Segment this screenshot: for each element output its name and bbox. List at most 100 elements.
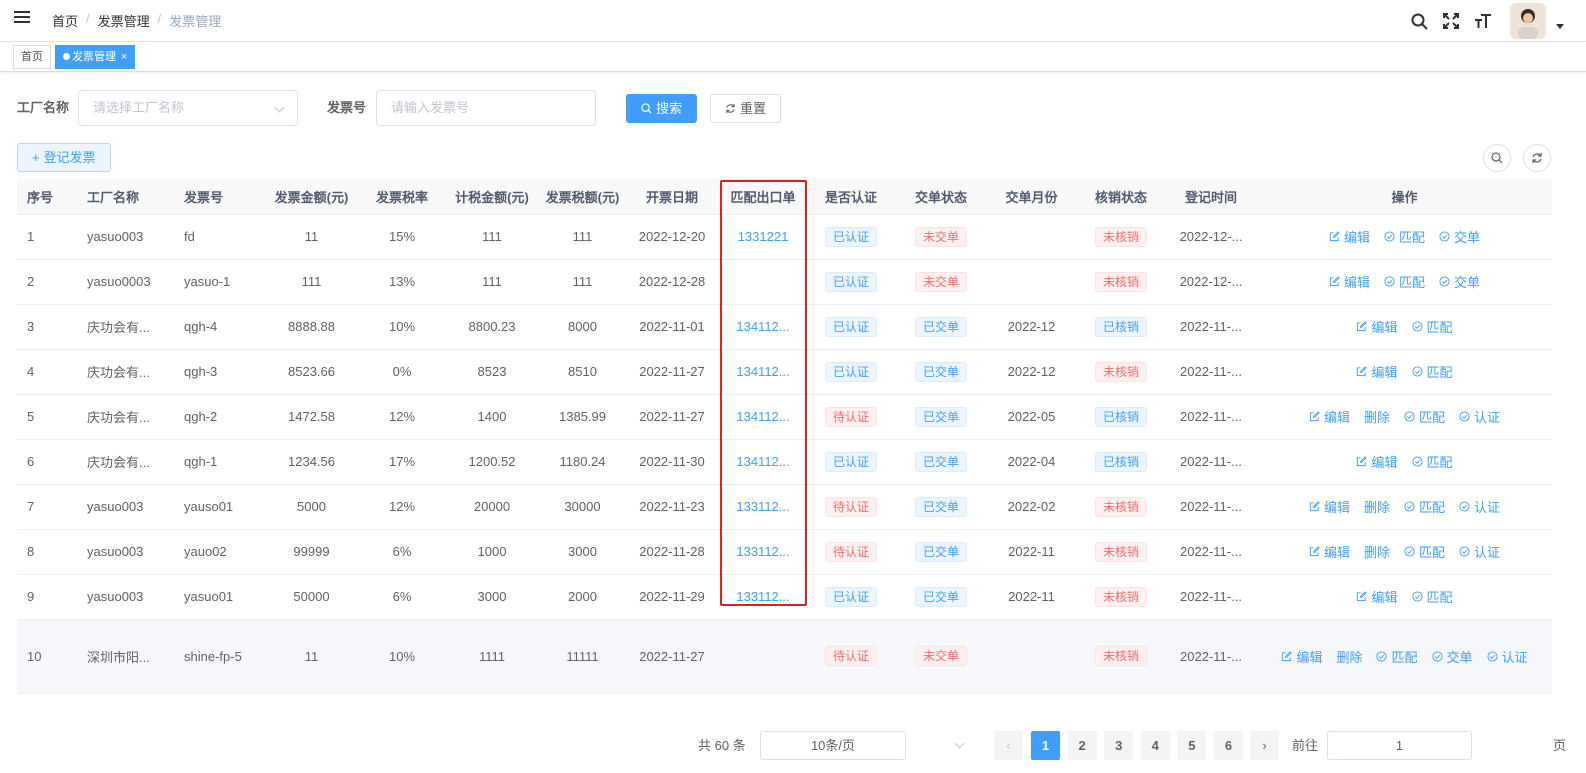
- caret-down-icon[interactable]: [1556, 24, 1564, 29]
- row-action-label: 编辑: [1323, 500, 1350, 515]
- fullscreen-icon[interactable]: [1442, 12, 1460, 30]
- row-action-button[interactable]: 匹配: [1404, 542, 1445, 561]
- export-order-link[interactable]: 133112...: [736, 589, 789, 604]
- invoice-input[interactable]: 请输入发票号: [376, 90, 596, 126]
- row-action-button[interactable]: 编辑: [1309, 497, 1350, 516]
- col-header: 是否认证: [806, 179, 896, 215]
- cell-taxable: 3000: [443, 574, 541, 620]
- status-badge: 未交单: [914, 271, 967, 292]
- breadcrumb-home[interactable]: 首页: [52, 11, 78, 30]
- reset-button[interactable]: 重置: [710, 94, 782, 123]
- row-action-button[interactable]: 编辑: [1356, 452, 1398, 471]
- row-action-button[interactable]: 编辑: [1281, 647, 1322, 666]
- cell-amount: 1234.56: [262, 439, 361, 485]
- export-order-link[interactable]: 133112...: [736, 499, 789, 514]
- next-page-button[interactable]: ›: [1250, 731, 1279, 760]
- row-action-button[interactable]: 编辑: [1329, 227, 1370, 246]
- factory-select[interactable]: 请选择工厂名称: [78, 90, 298, 126]
- row-action-button[interactable]: 删除: [1364, 407, 1390, 426]
- chevron-down-icon[interactable]: [954, 738, 965, 749]
- edit-icon: [1329, 276, 1340, 287]
- row-action-button[interactable]: 删除: [1364, 542, 1390, 561]
- page-button[interactable]: 5: [1177, 731, 1207, 760]
- search-icon[interactable]: [1410, 12, 1428, 30]
- row-action-button[interactable]: 编辑: [1356, 317, 1398, 336]
- row-action-button[interactable]: 匹配: [1411, 452, 1453, 471]
- breadcrumb-invoice[interactable]: 发票管理: [98, 11, 150, 30]
- row-action-button[interactable]: 认证: [1459, 542, 1500, 561]
- refresh-button[interactable]: [1523, 144, 1551, 172]
- reset-button-label: 重置: [740, 101, 767, 116]
- row-action-button[interactable]: 匹配: [1384, 227, 1425, 246]
- table-body: 1 yasuo003 fd 11 15% 111 111 2022-12-20 1331221 已…: [17, 214, 1552, 694]
- page-size-select[interactable]: 10条/页: [760, 731, 906, 760]
- row-action-button[interactable]: 匹配: [1376, 647, 1418, 666]
- export-order-link[interactable]: 1331221: [738, 229, 789, 244]
- row-action-button[interactable]: 编辑: [1309, 542, 1350, 561]
- row-action-button[interactable]: 匹配: [1411, 362, 1453, 381]
- tag-invoice[interactable]: 发票管理 ×: [55, 45, 136, 69]
- col-header: 匹配出口单: [720, 179, 806, 215]
- prev-page-button[interactable]: ‹: [994, 731, 1023, 760]
- page-button[interactable]: 6: [1214, 731, 1243, 760]
- font-size-icon[interactable]: [1474, 12, 1492, 30]
- breadcrumb: 首页 / 发票管理 / 发票管理: [52, 11, 221, 30]
- export-order-link[interactable]: 134112...: [736, 409, 789, 424]
- table-row: 5 庆功会有... qgh-2 1472.58 12% 1400 1385.99 2022-1…: [17, 394, 1552, 440]
- register-invoice-button[interactable]: + 登记发票: [17, 143, 111, 172]
- row-action-button[interactable]: 编辑: [1356, 587, 1398, 606]
- goto-suffix: 页: [1553, 738, 1567, 753]
- row-action-button[interactable]: 编辑: [1356, 362, 1398, 381]
- cell-ops: 编辑 匹配: [1257, 574, 1552, 620]
- row-action-button[interactable]: 交单: [1431, 647, 1473, 666]
- avatar[interactable]: [1510, 3, 1546, 39]
- cell-amount: 11: [262, 214, 361, 260]
- export-order-link[interactable]: 133112...: [736, 544, 789, 559]
- export-order-link[interactable]: 134112...: [736, 454, 789, 469]
- page-button[interactable]: 3: [1104, 731, 1134, 760]
- cell-submit: 已交单: [896, 529, 986, 575]
- row-action-button[interactable]: 匹配: [1404, 407, 1445, 426]
- page-button[interactable]: 2: [1067, 731, 1097, 760]
- row-action-button[interactable]: 匹配: [1384, 272, 1425, 291]
- cell-no: 9: [17, 574, 77, 620]
- hamburger-icon[interactable]: [14, 11, 30, 25]
- cell-invoice: yasuo-1: [174, 259, 262, 305]
- row-action-button[interactable]: 匹配: [1411, 587, 1453, 606]
- page-button[interactable]: 4: [1140, 731, 1170, 760]
- row-action-label: 编辑: [1371, 365, 1398, 380]
- row-action-button[interactable]: 匹配: [1404, 497, 1445, 516]
- col-header: 登记时间: [1165, 179, 1257, 215]
- cell-month: [986, 259, 1077, 305]
- cell-no: 8: [17, 529, 77, 575]
- search-button[interactable]: 搜索: [626, 94, 698, 123]
- tag-home[interactable]: 首页: [13, 45, 51, 69]
- row-action-button[interactable]: 编辑: [1329, 272, 1370, 291]
- table-header: 序号 工厂名称 发票号 发票金额(元) 发票税率 计税金额(元) 发票税额(元)…: [17, 179, 1552, 215]
- cell-month: 2022-11: [986, 574, 1077, 620]
- row-action-button[interactable]: 删除: [1364, 497, 1390, 516]
- row-action-label: 匹配: [1426, 590, 1453, 605]
- table-row: 7 yasuo003 yauso01 5000 12% 20000 30000 2022-11…: [17, 484, 1552, 530]
- row-action-button[interactable]: 删除: [1336, 647, 1362, 666]
- export-order-link[interactable]: 134112...: [736, 364, 789, 379]
- row-action-button[interactable]: 认证: [1459, 407, 1500, 426]
- status-badge: 未核销: [1094, 271, 1147, 292]
- cell-factory: 庆功会有...: [77, 304, 174, 350]
- close-icon[interactable]: ×: [121, 51, 127, 63]
- row-action-button[interactable]: 认证: [1486, 647, 1528, 666]
- row-action-button[interactable]: 编辑: [1309, 407, 1350, 426]
- goto-input[interactable]: 1: [1327, 731, 1472, 760]
- row-action-button[interactable]: 交单: [1439, 272, 1480, 291]
- edit-icon: [1357, 456, 1368, 467]
- row-action-button[interactable]: 匹配: [1411, 317, 1453, 336]
- page-button[interactable]: 1: [1031, 731, 1060, 760]
- cell-factory: 庆功会有...: [77, 394, 174, 440]
- toggle-search-button[interactable]: [1483, 144, 1511, 172]
- col-header: 工厂名称: [77, 179, 174, 215]
- row-action-button[interactable]: 交单: [1439, 227, 1480, 246]
- cell-factory: yasuo003: [77, 214, 174, 260]
- col-header: 发票税额(元): [541, 179, 624, 215]
- row-action-button[interactable]: 认证: [1459, 497, 1500, 516]
- export-order-link[interactable]: 134112...: [736, 319, 789, 334]
